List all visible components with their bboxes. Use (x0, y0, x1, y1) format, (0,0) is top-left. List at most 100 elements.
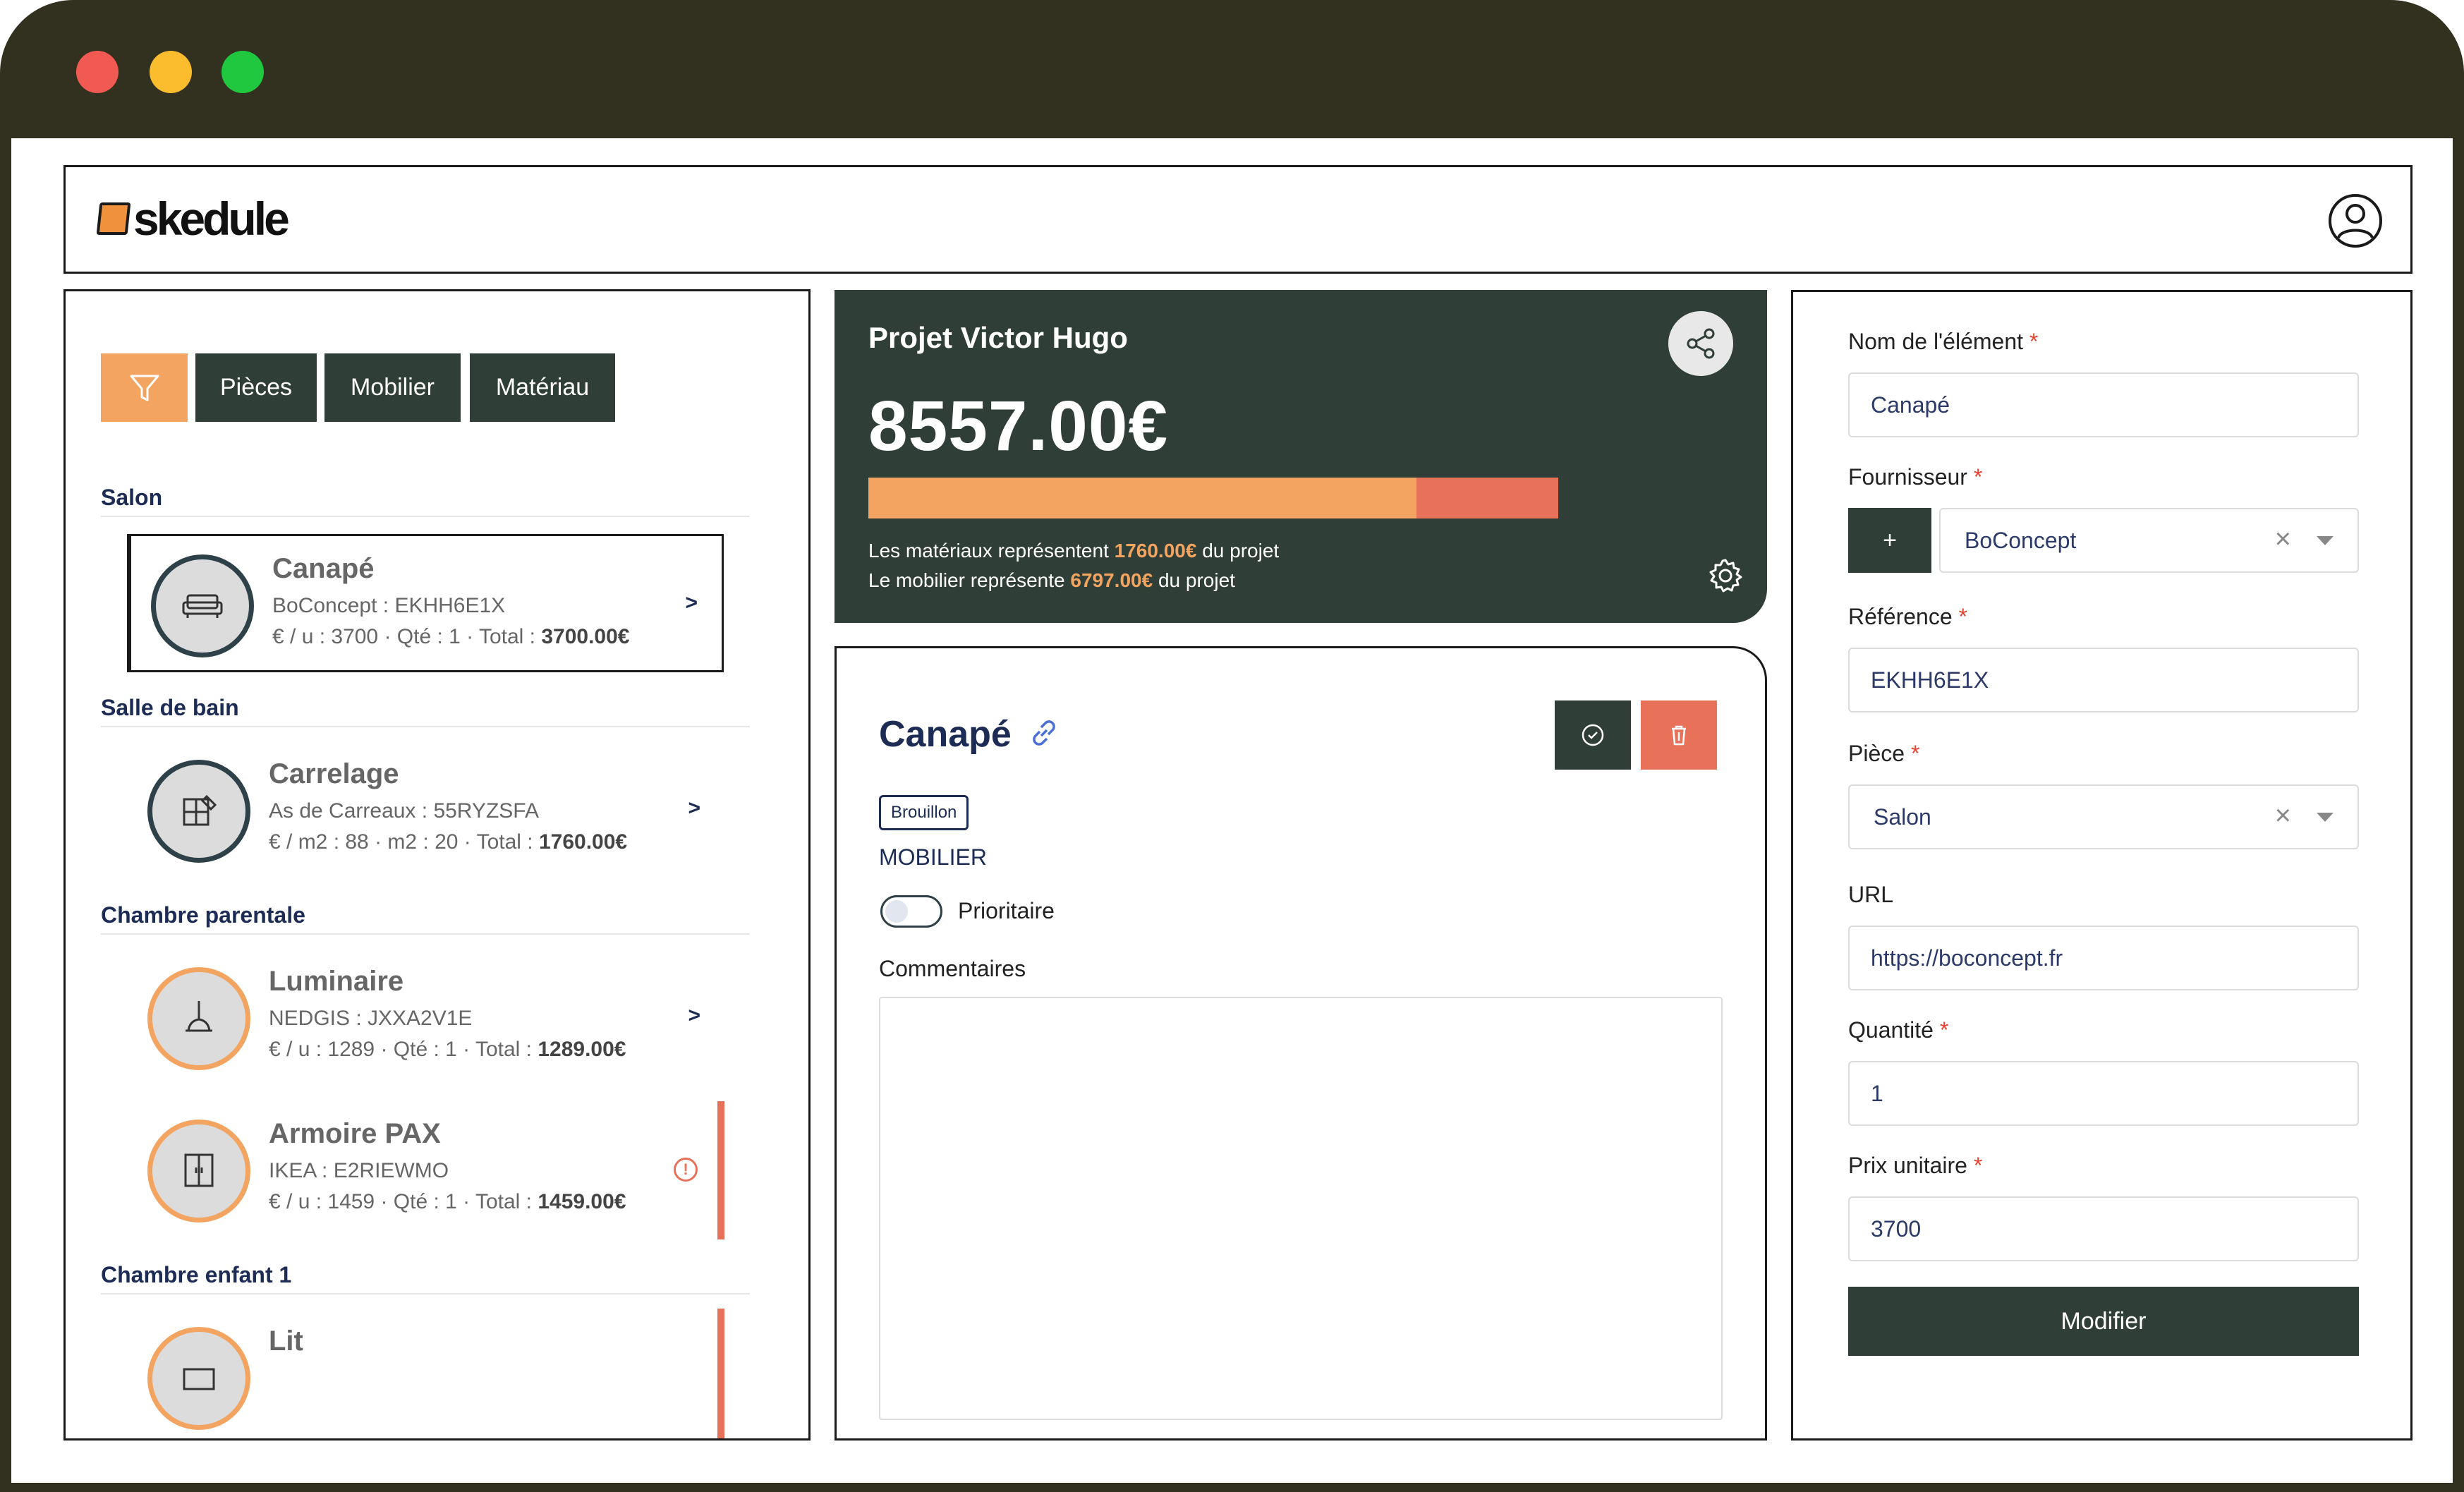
materials-share-fill (868, 478, 1416, 518)
settings-gear-icon[interactable] (1706, 557, 1744, 595)
name-field[interactable] (1848, 372, 2359, 437)
share-icon (1687, 328, 1715, 359)
comments-label: Commentaires (879, 956, 1026, 981)
section-title-salle-de-bain: Salle de bain (101, 695, 239, 720)
list-item-carrelage[interactable]: Carrelage As de Carreaux : 55RYZSFA € / … (128, 741, 724, 880)
furniture-share-text: Le mobilier représente 6797.00€ du proje… (868, 569, 1235, 591)
filter-button[interactable] (101, 353, 188, 422)
item-name: Carrelage (269, 758, 399, 789)
tab-mobilier[interactable]: Mobilier (324, 353, 461, 422)
section-divider (101, 1293, 750, 1294)
quantity-field[interactable] (1848, 1061, 2359, 1126)
item-avatar (151, 554, 254, 657)
list-item-luminaire[interactable]: Luminaire NEDGIS : JXXA2V1E € / u : 1289… (128, 949, 724, 1087)
item-price: € / m2 : 88 · m2 : 20 · Total : 1760.00€ (269, 830, 628, 854)
room-value: Salon (1874, 804, 1931, 830)
logo-text: skedule (133, 193, 290, 245)
add-supplier-button[interactable]: + (1848, 508, 1931, 573)
url-field[interactable] (1848, 926, 2359, 990)
lamp-icon (186, 1001, 212, 1032)
unit-price-label: Prix unitaire * (1848, 1153, 1983, 1178)
section-title-chambre-enfant-1: Chambre enfant 1 (101, 1262, 292, 1287)
clear-icon[interactable]: × (2275, 523, 2291, 555)
edit-element-form: Nom de l'élément * Fournisseur * + BoCon… (1791, 290, 2413, 1441)
wardrobe-icon (184, 1153, 214, 1187)
comments-textarea[interactable] (879, 997, 1723, 1420)
chevron-right-icon[interactable]: > (688, 796, 700, 820)
priority-toggle[interactable] (880, 895, 942, 928)
check-circle-icon (1582, 724, 1604, 746)
modify-button[interactable]: Modifier (1848, 1287, 2359, 1356)
status-badge: Brouillon (879, 795, 969, 830)
item-supplier-ref: IKEA : E2RIEWMO (269, 1159, 449, 1182)
delete-button[interactable] (1641, 700, 1717, 770)
item-avatar (147, 1120, 250, 1223)
bed-icon (183, 1368, 215, 1390)
quantity-label: Quantité * (1848, 1017, 1949, 1043)
item-supplier-ref: As de Carreaux : 55RYZSFA (269, 799, 539, 823)
item-avatar (147, 967, 250, 1070)
list-item-armoire-pax[interactable]: Armoire PAX IKEA : E2RIEWMO € / u : 1459… (128, 1101, 724, 1239)
project-total: 8557.00€ (868, 387, 1169, 466)
maximize-window-button[interactable] (221, 51, 264, 93)
budget-breakdown-bar (868, 478, 1558, 518)
item-avatar (147, 760, 250, 863)
room-select[interactable]: Salon × (1848, 784, 2359, 849)
trash-icon (1672, 725, 1686, 746)
reference-field[interactable] (1848, 648, 2359, 712)
list-item-lit[interactable]: Lit (128, 1309, 724, 1438)
link-icon[interactable] (1024, 713, 1064, 753)
supplier-value: BoConcept (1965, 528, 2077, 553)
item-name: Lit (269, 1326, 303, 1357)
item-name: Canapé (272, 553, 375, 584)
app-header: skedule (63, 165, 2413, 274)
minimize-window-button[interactable] (150, 51, 192, 93)
alert-indicator-bar (717, 1101, 724, 1239)
close-window-button[interactable] (76, 51, 119, 93)
share-button[interactable] (1668, 311, 1733, 376)
url-label: URL (1848, 882, 1894, 907)
category-label: MOBILIER (879, 844, 987, 870)
room-label: Pièce * (1848, 741, 1920, 766)
chevron-right-icon[interactable]: > (688, 1004, 700, 1028)
reference-label: Référence * (1848, 604, 1967, 629)
item-supplier-ref: NEDGIS : JXXA2V1E (269, 1007, 473, 1030)
item-avatar (147, 1327, 250, 1430)
detail-title: Canapé (879, 714, 1012, 755)
tab-materiau[interactable]: Matériau (470, 353, 615, 422)
validate-button[interactable] (1555, 700, 1631, 770)
materials-share-text: Les matériaux représentent 1760.00€ du p… (868, 540, 1280, 562)
item-name: Armoire PAX (269, 1118, 441, 1149)
user-account-icon[interactable] (2327, 193, 2384, 249)
tab-pieces[interactable]: Pièces (195, 353, 317, 422)
name-label: Nom de l'élément * (1848, 329, 2039, 354)
unit-price-field[interactable] (1848, 1196, 2359, 1261)
list-item-canape[interactable]: Canapé BoConcept : EKHH6E1X € / u : 3700… (127, 534, 724, 672)
clear-icon[interactable]: × (2275, 800, 2291, 832)
tiles-icon (183, 794, 217, 826)
section-divider (101, 726, 750, 727)
project-title: Projet Victor Hugo (868, 321, 1128, 354)
chevron-down-icon[interactable] (2317, 813, 2333, 822)
supplier-label: Fournisseur * (1848, 464, 1983, 490)
chevron-right-icon[interactable]: > (685, 591, 698, 615)
section-title-chambre-parentale: Chambre parentale (101, 902, 305, 928)
sofa-icon (182, 594, 223, 618)
item-price: € / u : 3700 · Qté : 1 · Total : 3700.00… (272, 625, 630, 648)
chevron-down-icon[interactable] (2317, 536, 2333, 545)
section-title-salon: Salon (101, 485, 163, 510)
elements-list-panel: Pièces Mobilier Matériau Salon Canapé Bo… (63, 289, 811, 1441)
priority-toggle-label: Prioritaire (958, 898, 1055, 923)
item-name: Luminaire (269, 966, 404, 997)
item-price: € / u : 1459 · Qté : 1 · Total : 1459.00… (269, 1190, 626, 1213)
element-detail-card: Canapé Brouillon MOBILIER Prioritaire Co… (835, 646, 1767, 1441)
warning-icon: ! (674, 1158, 698, 1182)
section-divider (101, 933, 750, 935)
filter-icon (130, 375, 159, 401)
logo-icon (96, 202, 131, 235)
section-divider (101, 516, 750, 517)
logo[interactable]: skedule (96, 193, 290, 245)
alert-indicator-bar (717, 1309, 724, 1438)
supplier-select[interactable]: BoConcept × (1939, 508, 2359, 573)
project-summary-card: Projet Victor Hugo 8557.00€ Les matériau… (835, 290, 1767, 623)
